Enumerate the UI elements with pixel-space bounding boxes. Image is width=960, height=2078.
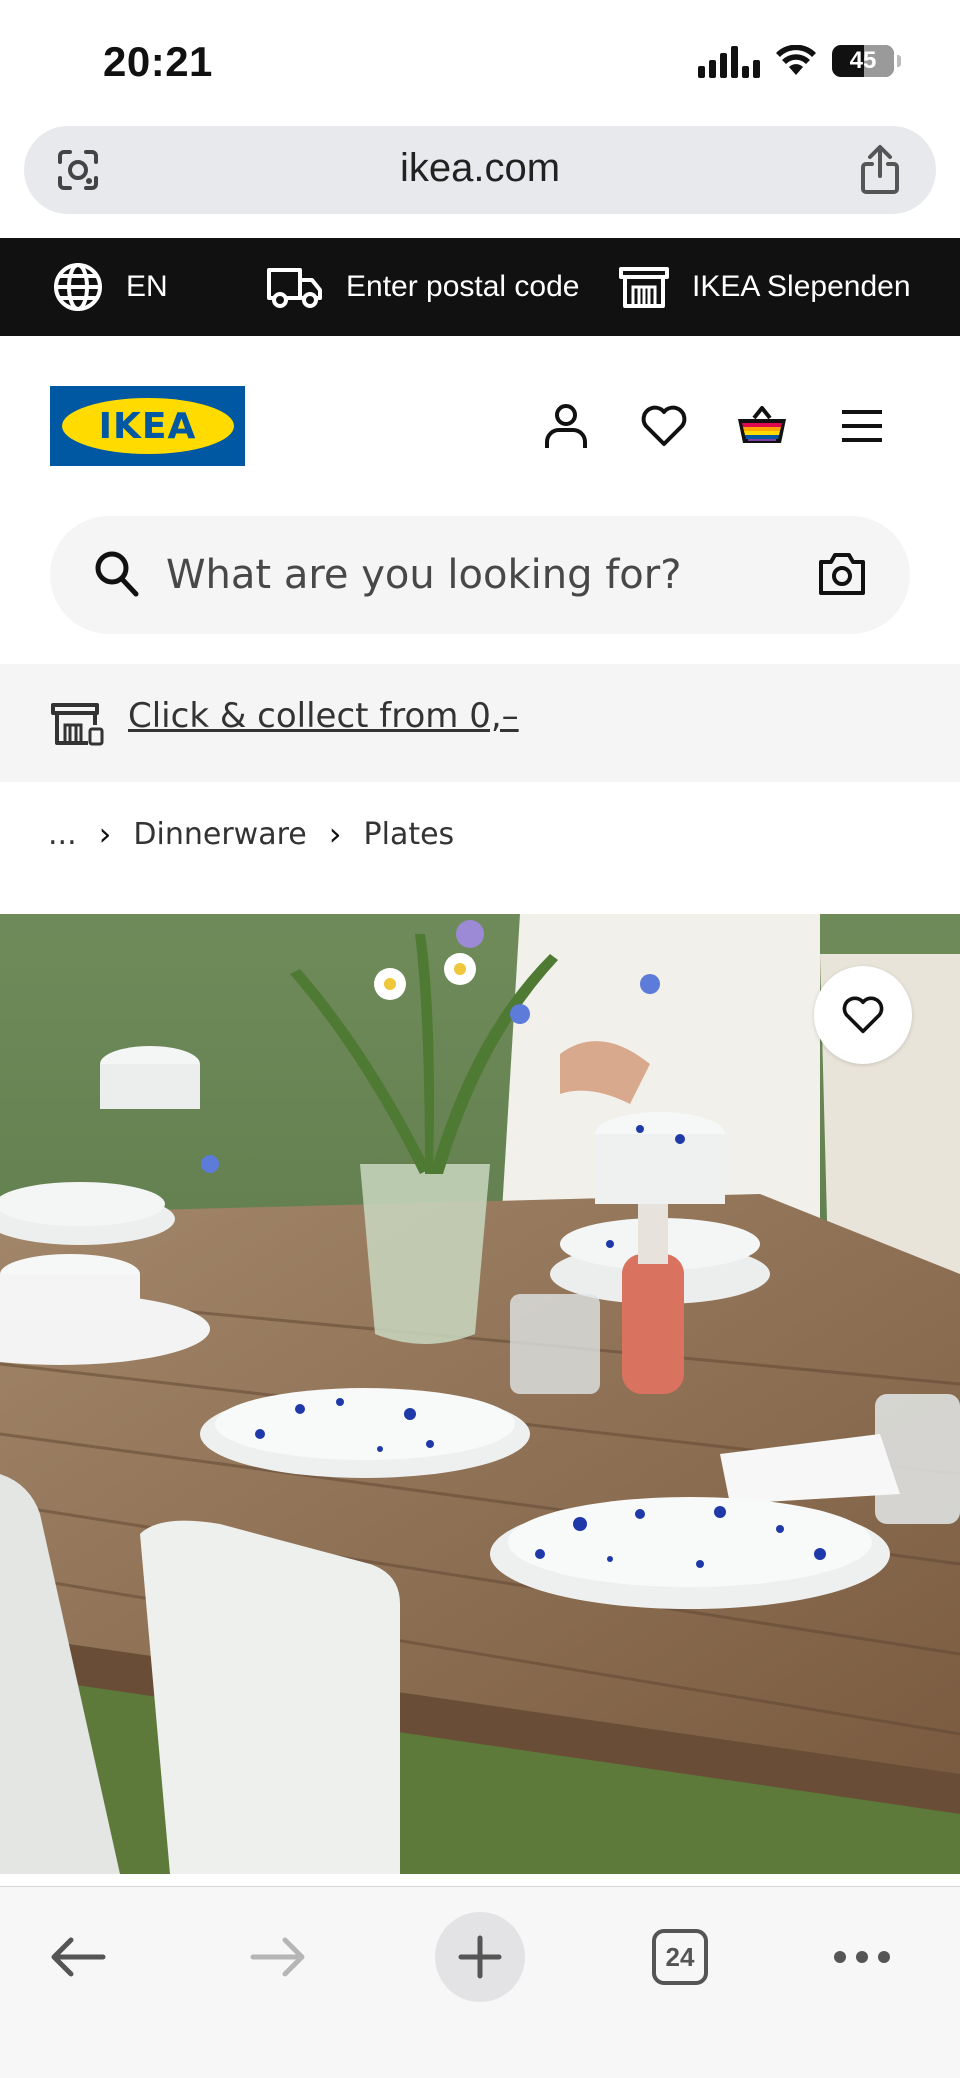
breadcrumb-item-plates[interactable]: Plates [364, 817, 455, 852]
postal-code-label: Enter postal code [346, 270, 580, 303]
store-pickup-icon [51, 703, 104, 746]
menu-button[interactable] [836, 400, 888, 452]
plus-icon [458, 1935, 502, 1979]
click-collect-link[interactable]: Click & collect from 0,– [128, 696, 519, 736]
wifi-icon [776, 45, 816, 75]
truck-icon [267, 268, 322, 308]
basket-button[interactable] [736, 400, 788, 452]
store-label: IKEA Slependen [692, 270, 911, 303]
battery-indicator: 45 [832, 45, 901, 77]
breadcrumb-item-dinnerware[interactable]: Dinnerware [133, 817, 306, 852]
postal-code-button[interactable]: Enter postal code [266, 238, 579, 336]
heart-icon [641, 405, 687, 446]
store-icon [619, 267, 669, 308]
share-icon[interactable] [856, 144, 904, 196]
top-info-bar: EN Enter postal code IKEA Slependen [0, 238, 960, 336]
store-selector[interactable]: IKEA Slependen [618, 238, 911, 336]
breadcrumb: ... › Dinnerware › Plates [48, 810, 454, 858]
search-input[interactable] [166, 540, 766, 610]
camera-icon[interactable] [818, 552, 866, 596]
chevron-right-icon: › [98, 815, 112, 853]
back-icon [51, 1937, 106, 1977]
table-setting-photo [0, 914, 960, 1874]
language-label: EN [126, 270, 168, 303]
favourites-button[interactable] [638, 400, 690, 452]
product-image[interactable] [0, 914, 960, 1874]
more-icon [834, 1951, 890, 1963]
menu-icon [842, 410, 882, 442]
save-favourite-button[interactable] [814, 966, 912, 1064]
search-bar[interactable] [50, 516, 910, 634]
url-bar[interactable]: ikea.com [24, 126, 936, 214]
status-icons: 45 [698, 44, 901, 78]
heart-icon [842, 996, 884, 1034]
back-button[interactable] [28, 1907, 128, 2007]
click-collect-banner: Click & collect from 0,– [0, 664, 960, 782]
status-time: 20:21 [103, 38, 213, 85]
search-icon [95, 551, 139, 597]
forward-button[interactable] [228, 1907, 328, 2007]
url-text[interactable]: ikea.com [24, 146, 936, 191]
forward-icon [250, 1937, 305, 1977]
new-tab-button[interactable] [435, 1912, 525, 2002]
basket-icon [738, 406, 786, 443]
tabs-count: 24 [652, 1929, 708, 1985]
user-icon [545, 404, 587, 448]
status-bar: 20:21 45 [0, 0, 960, 120]
ikea-logo[interactable]: IKEA [50, 386, 245, 466]
account-button[interactable] [540, 400, 592, 452]
cellular-signal-icon [698, 44, 760, 78]
breadcrumb-ellipsis[interactable]: ... [48, 817, 77, 852]
chevron-right-icon: › [328, 815, 342, 853]
more-button[interactable] [812, 1907, 912, 2007]
language-selector[interactable]: EN [52, 238, 168, 336]
browser-toolbar: 24 [0, 1886, 960, 2078]
tabs-button[interactable]: 24 [630, 1907, 730, 2007]
globe-icon [54, 263, 102, 311]
